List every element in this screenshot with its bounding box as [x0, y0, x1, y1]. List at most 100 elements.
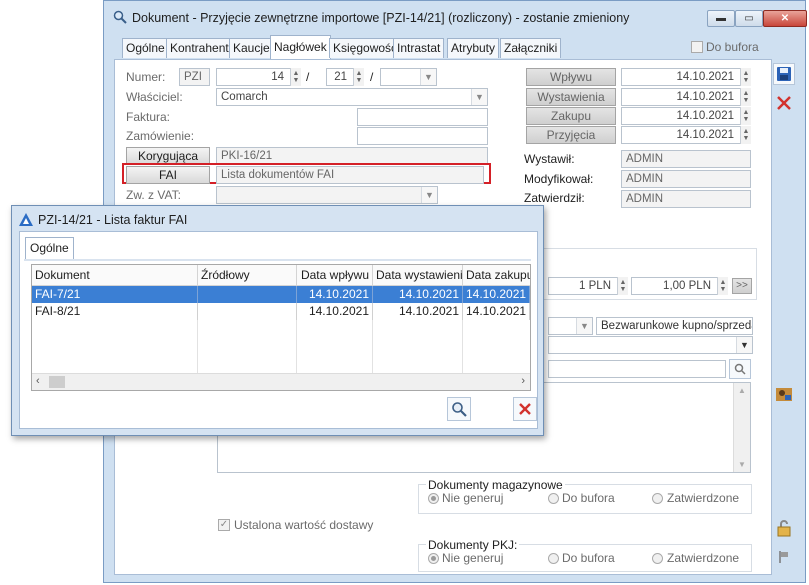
user-card-icon[interactable] — [773, 383, 795, 405]
wystawienia-spinner[interactable]: ▲ ▼ — [740, 88, 751, 106]
grid-horizontal-scrollbar[interactable]: ‹ › — [32, 373, 530, 390]
app-logo-icon — [19, 213, 33, 229]
column-header-data-wystawienia[interactable]: Data wystawienia — [373, 265, 463, 286]
numer-year-spinner[interactable]: ▲ ▼ — [353, 68, 364, 86]
column-line — [372, 320, 373, 373]
flag-icon[interactable] — [773, 546, 795, 568]
description-search-field[interactable] — [548, 360, 726, 378]
zatwierdzil-label: Zatwierdził: — [524, 191, 585, 205]
search-icon[interactable] — [729, 359, 751, 379]
rate-spinner-1[interactable]: ▲ ▼ — [617, 277, 628, 295]
wystawil-field: ADMIN — [621, 150, 751, 168]
dialog-tab-ogolne[interactable]: Ogólne — [25, 237, 74, 259]
dialog-body: Ogólne Dokument Źródłowy Data wpływu Dat… — [19, 231, 538, 429]
rate-field-2[interactable]: 1,00 PLN — [631, 277, 728, 295]
zakupu-date-field[interactable]: 14.10.2021 — [621, 107, 751, 125]
dok-pkj-option-label: Zatwierdzone — [667, 551, 740, 565]
fai-field: Lista dokumentów FAI — [216, 166, 484, 184]
chevron-down-icon: ▼ — [420, 69, 436, 85]
faktura-label: Faktura: — [126, 110, 171, 124]
cancel-icon[interactable] — [773, 92, 795, 114]
second-dropdown[interactable]: ▼ — [548, 336, 753, 354]
maximize-button[interactable]: ▭ — [735, 10, 763, 27]
zakupu-spinner[interactable]: ▲ ▼ — [740, 107, 751, 125]
przyjecia-button[interactable]: Przyjęcia — [526, 126, 616, 144]
przyjecia-spinner[interactable]: ▲ ▼ — [740, 126, 751, 144]
column-header-data-wplywu[interactable]: Data wpływu — [297, 265, 373, 286]
fai-button[interactable]: FAI — [126, 166, 210, 184]
column-line — [197, 320, 198, 373]
faktura-field[interactable] — [357, 108, 488, 126]
cell-dokument: FAI-8/21 — [32, 303, 198, 320]
preview-zoom-icon[interactable] — [447, 397, 471, 421]
zw-vat-dropdown[interactable]: ▼ — [216, 186, 438, 204]
cell-data-zakupu: 14.10.2021 — [463, 286, 530, 303]
wystawil-label: Wystawił: — [524, 152, 575, 166]
zamowienie-field[interactable] — [357, 127, 488, 145]
wplywu-spinner[interactable]: ▲ ▼ — [740, 68, 751, 86]
wlasciciel-dropdown[interactable]: Comarch ▼ — [216, 88, 488, 106]
do-bufora-checkbox[interactable] — [691, 41, 703, 53]
table-row[interactable]: FAI-8/21 14.10.2021 14.10.2021 14.10.202… — [32, 303, 530, 320]
column-header-zrodlowy[interactable]: Źródłowy — [198, 265, 297, 286]
table-row[interactable]: FAI-7/21 14.10.2021 14.10.2021 14.10.202… — [32, 286, 530, 303]
chevron-down-icon: ▼ — [421, 187, 437, 203]
dok-pkj-radio-do-bufora[interactable] — [548, 553, 559, 564]
rate-spinner-2[interactable]: ▲ ▼ — [717, 277, 728, 295]
dok-pkj-label: Dokumenty PKJ: — [426, 538, 520, 552]
column-header-data-zakupu[interactable]: Data zakupu — [463, 265, 530, 286]
tab-zalaczniki[interactable]: Załączniki — [500, 38, 562, 58]
cell-dokument: FAI-7/21 — [32, 286, 198, 303]
payment-dropdown[interactable]: ▼ — [548, 317, 593, 335]
dok-mag-option-label: Do bufora — [562, 491, 615, 505]
tab-ksiegowosc[interactable]: Księgowość — [329, 38, 402, 58]
wplywu-date-field[interactable]: 14.10.2021 — [621, 68, 751, 86]
lock-icon[interactable] — [773, 517, 795, 539]
wplywu-button[interactable]: Wpływu — [526, 68, 616, 86]
dok-pkj-option-label: Nie generuj — [442, 551, 504, 565]
tab-kontrahent[interactable]: Kontrahent — [166, 38, 233, 58]
wlasciciel-label: Właściciel: — [126, 90, 183, 104]
przyjecia-date-field[interactable]: 14.10.2021 — [621, 126, 751, 144]
ustalona-checkbox[interactable]: ✓ — [218, 519, 230, 531]
scrollbar-thumb[interactable] — [49, 376, 65, 388]
rate-go-button[interactable]: >> — [732, 278, 752, 294]
tab-ogolne[interactable]: Ogólne — [122, 38, 169, 58]
column-header-dokument[interactable]: Dokument — [32, 265, 198, 286]
chevron-down-icon: ▼ — [736, 337, 752, 353]
scroll-left-arrow-icon[interactable]: ‹ — [36, 375, 40, 387]
tab-intrastat[interactable]: Intrastat — [393, 38, 445, 58]
dok-mag-radio-zatwierdzone[interactable] — [652, 493, 663, 504]
magnifier-icon — [113, 10, 127, 27]
wystawienia-button[interactable]: Wystawienia — [526, 88, 616, 106]
tab-atrybuty[interactable]: Atrybuty — [447, 38, 500, 58]
tab-naglowek[interactable]: Nagłówek — [270, 35, 331, 59]
close-dialog-icon[interactable] — [513, 397, 537, 421]
chevron-down-icon: ▼ — [576, 318, 592, 334]
numer-value-field[interactable]: 14 — [216, 68, 301, 86]
rate-field-1[interactable]: 1 PLN — [548, 277, 628, 295]
tab-kaucje[interactable]: Kaucje — [229, 38, 274, 58]
column-line — [296, 320, 297, 373]
numer-series-dropdown[interactable]: ▼ — [380, 68, 437, 86]
tab-divider — [24, 259, 531, 261]
save-icon[interactable] — [773, 63, 795, 85]
zw-vat-label: Zw. z VAT: — [126, 188, 181, 202]
dok-magazynowe-label: Dokumenty magazynowe — [426, 478, 565, 492]
chevron-down-icon: ▼ — [471, 89, 487, 105]
minimize-button[interactable]: ▬ — [707, 10, 735, 27]
close-window-button[interactable]: ✕ — [763, 10, 807, 27]
scroll-right-arrow-icon[interactable]: › — [521, 375, 525, 387]
dialog-title: PZI-14/21 - Lista faktur FAI — [38, 213, 188, 227]
dok-mag-radio-do-bufora[interactable] — [548, 493, 559, 504]
numer-spinner[interactable]: ▲ ▼ — [290, 68, 301, 86]
dok-pkj-radio-zatwierdzone[interactable] — [652, 553, 663, 564]
dok-mag-radio-nie-generuj[interactable] — [428, 493, 439, 504]
wystawienia-date-field[interactable]: 14.10.2021 — [621, 88, 751, 106]
zakupu-button[interactable]: Zakupu — [526, 107, 616, 125]
cell-zrodlowy — [198, 303, 297, 320]
description-scrollbar[interactable]: ▲ ▼ — [733, 383, 750, 472]
cell-data-wplywu: 14.10.2021 — [297, 286, 373, 303]
dok-pkj-radio-nie-generuj[interactable] — [428, 553, 439, 564]
payment-terms-field[interactable]: Bezwarunkowe kupno/sprzedaż — [596, 317, 753, 335]
